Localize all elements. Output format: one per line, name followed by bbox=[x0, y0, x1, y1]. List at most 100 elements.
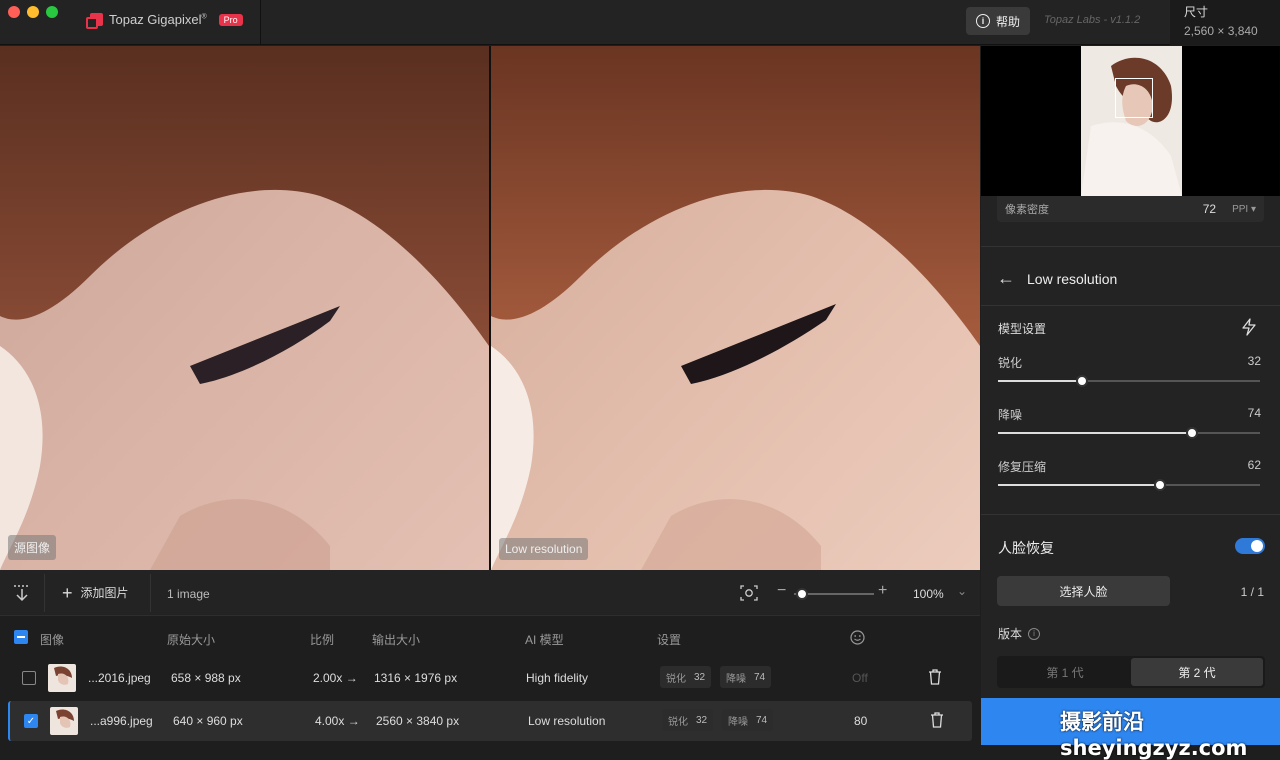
dimensions-box: 尺寸 2,560 × 3,840 bbox=[1170, 0, 1280, 45]
title-divider bbox=[260, 0, 261, 45]
face-recovery-label: 人脸恢复 bbox=[998, 540, 1054, 556]
zoom-in-button[interactable]: + bbox=[878, 582, 887, 600]
slider-track[interactable] bbox=[998, 375, 1260, 387]
app-logo: Topaz Gigapixel® Pro bbox=[86, 12, 243, 29]
ppi-input[interactable]: 72 bbox=[1203, 202, 1216, 216]
row-original-size: 658 × 988 px bbox=[171, 671, 241, 685]
slider-fill bbox=[998, 380, 1082, 382]
col-output: 输出大小 bbox=[372, 633, 421, 647]
import-icon[interactable] bbox=[12, 584, 32, 602]
model-title: Low resolution bbox=[1027, 270, 1118, 287]
divider bbox=[981, 305, 1280, 306]
image-count: 1 image bbox=[167, 587, 210, 601]
ppi-unit-select[interactable]: PPI ▾ bbox=[1232, 204, 1256, 215]
slider-thumb[interactable] bbox=[1075, 375, 1088, 387]
slider-thumb[interactable] bbox=[1185, 427, 1198, 439]
watermark: 摄影前沿 sheyingzyz.com bbox=[1060, 710, 1248, 760]
settings-panel: 像素密度 72 PPI ▾ ← Low resolution 模型设置 锐化 32… bbox=[981, 46, 1280, 698]
col-scale: 比例 bbox=[310, 633, 335, 647]
select-face-button[interactable]: 选择人脸 bbox=[997, 576, 1170, 606]
version-gen1-tab[interactable]: 第 1 代 bbox=[999, 658, 1131, 686]
version-gen2-tab[interactable]: 第 2 代 bbox=[1131, 658, 1263, 686]
back-arrow-icon: ← bbox=[997, 268, 1015, 288]
divider bbox=[981, 246, 1280, 247]
help-label: 帮助 bbox=[995, 14, 1020, 29]
source-photo bbox=[0, 46, 489, 570]
row-checkbox[interactable]: ✓ bbox=[24, 714, 38, 728]
row-original-size: 640 × 960 px bbox=[173, 714, 243, 728]
denoise-chip: 降噪 74 bbox=[722, 709, 774, 731]
zoom-value[interactable]: 100% bbox=[913, 587, 944, 601]
slider-track[interactable] bbox=[998, 427, 1260, 439]
zoom-out-button[interactable]: − bbox=[777, 582, 786, 600]
app-name: Topaz Gigapixel® bbox=[109, 12, 207, 27]
table-row[interactable]: ...2016.jpeg 658 × 988 px 2.00x → 1316 × 19… bbox=[8, 658, 972, 698]
ppi-label: 像素密度 bbox=[1005, 204, 1049, 216]
row-thumbnail bbox=[50, 707, 78, 735]
add-image-label: 添加图片 bbox=[80, 586, 129, 600]
screenshot-icon[interactable] bbox=[740, 584, 758, 602]
slider-value[interactable]: 62 bbox=[1248, 458, 1261, 472]
row-scale[interactable]: 4.00x → bbox=[315, 714, 360, 728]
face-count: 1 / 1 bbox=[1240, 585, 1264, 599]
col-original: 原始大小 bbox=[167, 633, 216, 647]
table-row[interactable]: ✓ ...a996.jpeg 640 × 960 px 4.00x → 2560 × 3… bbox=[8, 701, 972, 741]
row-face-value: Off bbox=[852, 671, 868, 685]
lightning-icon[interactable] bbox=[1241, 318, 1257, 336]
slider-value[interactable]: 74 bbox=[1248, 406, 1261, 420]
model-settings-title: 模型设置 bbox=[998, 322, 1047, 336]
select-all-checkbox[interactable] bbox=[14, 630, 28, 644]
row-filename: ...2016.jpeg bbox=[88, 671, 151, 685]
pro-badge: Pro bbox=[218, 13, 243, 26]
dimensions-value: 2,560 × 3,840 bbox=[1184, 24, 1258, 38]
source-image-view[interactable]: 源图像 bbox=[0, 46, 489, 570]
row-output-size: 2560 × 3840 px bbox=[376, 714, 460, 728]
logo-icon bbox=[86, 13, 103, 29]
file-table: 图像 原始大小 比例 输出大小 AI 模型 设置 ...2016.jpeg 658… bbox=[0, 617, 980, 745]
close-window-button[interactable] bbox=[8, 6, 20, 18]
row-model[interactable]: High fidelity bbox=[526, 671, 588, 685]
slider-thumb[interactable] bbox=[1154, 479, 1167, 491]
trash-icon[interactable] bbox=[930, 712, 944, 728]
denoise-chip: 降噪 74 bbox=[720, 666, 772, 688]
divider bbox=[981, 514, 1280, 515]
toolbar-divider bbox=[44, 574, 45, 612]
ppi-row: 像素密度 72 PPI ▾ bbox=[997, 196, 1264, 222]
navigator-viewport-box[interactable] bbox=[1115, 78, 1153, 118]
help-button[interactable]: i 帮助 bbox=[966, 7, 1030, 35]
row-model[interactable]: Low resolution bbox=[528, 714, 605, 728]
output-image-tag: Low resolution bbox=[499, 538, 589, 560]
slider-label: 降噪 bbox=[998, 408, 1023, 422]
add-image-button[interactable]: + 添加图片 bbox=[62, 584, 129, 602]
row-filename: ...a996.jpeg bbox=[90, 714, 153, 728]
col-model: AI 模型 bbox=[525, 633, 564, 647]
row-scale[interactable]: 2.00x → bbox=[313, 671, 358, 685]
trash-icon[interactable] bbox=[928, 669, 942, 685]
info-icon: i bbox=[975, 14, 990, 28]
row-checkbox[interactable] bbox=[22, 671, 36, 685]
info-icon[interactable]: i bbox=[1028, 627, 1041, 640]
slider-fill bbox=[998, 484, 1161, 486]
maximize-window-button[interactable] bbox=[46, 6, 58, 18]
chevron-down-icon[interactable]: ⌄ bbox=[957, 584, 967, 598]
slider-value[interactable]: 32 bbox=[1248, 354, 1261, 368]
bottom-toolbar: + 添加图片 1 image − + 100% ⌄ bbox=[0, 570, 980, 616]
model-back-button[interactable]: ← Low resolution bbox=[997, 268, 1117, 289]
slider-label: 锐化 bbox=[998, 356, 1023, 370]
navigator-preview[interactable] bbox=[981, 46, 1280, 196]
row-face-value: 80 bbox=[854, 714, 868, 728]
col-image: 图像 bbox=[40, 633, 65, 647]
output-image-view[interactable]: Low resolution bbox=[491, 46, 980, 570]
output-photo bbox=[491, 46, 980, 570]
slider-track[interactable] bbox=[998, 479, 1260, 491]
version-text: Topaz Labs - v1.1.2 bbox=[1044, 14, 1141, 26]
toolbar-divider bbox=[150, 574, 151, 612]
zoom-slider-thumb[interactable] bbox=[796, 588, 808, 600]
face-icon bbox=[850, 630, 865, 645]
version-label: 版本 i bbox=[998, 625, 1041, 642]
slider-label: 修复压缩 bbox=[998, 460, 1047, 474]
minimize-window-button[interactable] bbox=[27, 6, 39, 18]
row-thumbnail bbox=[48, 664, 76, 692]
slider-fill bbox=[998, 432, 1192, 434]
face-recovery-toggle[interactable] bbox=[1235, 538, 1265, 554]
